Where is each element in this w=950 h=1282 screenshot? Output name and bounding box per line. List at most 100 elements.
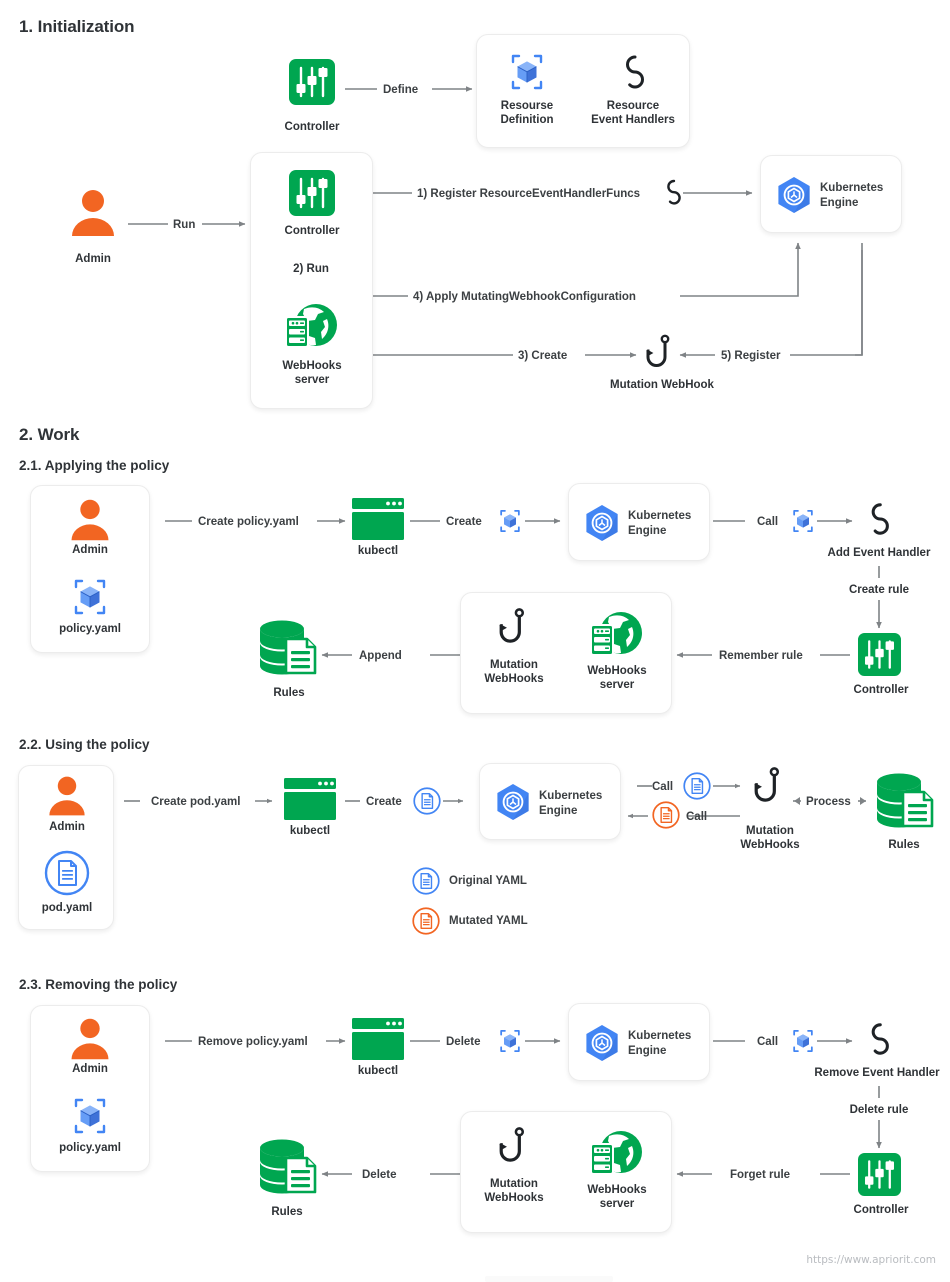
create-pod-label-s22: Create pod.yaml [151, 796, 241, 808]
admin-label-s22: Admin [49, 821, 85, 833]
run-label: Run [173, 219, 196, 231]
rules-icon-s23 [258, 1138, 320, 1196]
webhooks-server-icon-s21 [588, 611, 644, 659]
mutation-webhooks-icon-s21 [498, 608, 530, 654]
kubernetes-engine-icon-s21 [582, 503, 622, 543]
resource-event-handlers-line1: Resource [606, 100, 660, 112]
resource-definition-line2: Definition [500, 114, 554, 127]
webhooks-server-label-s21: WebHooks server [587, 664, 646, 693]
add-event-handler-label-s21: Add Event Handler [827, 547, 931, 559]
admin-label-s23: Admin [72, 1063, 108, 1075]
mutation-webhooks-line1: Mutation [490, 659, 538, 671]
step-1-register-label: 1) Register ResourceEventHandlerFuncs [417, 188, 641, 200]
delete-rule-label-s23: Delete rule [849, 1104, 909, 1116]
legend-mutated-yaml-icon [412, 907, 440, 935]
delete-label-s23: Delete [446, 1036, 481, 1048]
kubernetes-engine-icon-s23 [582, 1023, 622, 1063]
policy-cube-icon-s23 [498, 1029, 522, 1053]
original-yaml-icon-s22 [44, 850, 90, 896]
kubernetes-engine-label-s23: Kubernetes Engine [628, 1029, 691, 1059]
mutation-webhooks-icon-s23 [498, 1127, 530, 1173]
policy-yaml-icon-s23 [71, 1097, 109, 1135]
remove-event-handler-label-s23: Remove Event Handler [814, 1067, 940, 1079]
define-label: Define [383, 84, 419, 96]
original-yaml-icon-call-s22 [683, 772, 711, 800]
resource-event-handlers-label: Resource Event Handlers [591, 99, 675, 128]
controller-label-s1: Controller [284, 225, 340, 237]
rules-label-s22: Rules [888, 839, 920, 851]
kubectl-label-s23: kubectl [357, 1065, 399, 1077]
event-handler-link-icon [619, 53, 649, 93]
webhooks-server-icon-s23 [588, 1130, 644, 1178]
legend-original-yaml-icon [412, 867, 440, 895]
create-label-s21: Create [446, 516, 482, 528]
controller-label-s23: Controller [853, 1204, 909, 1216]
resource-event-handlers-line2: Event Handlers [591, 114, 675, 127]
footer-url: https://www.apriorit.com [806, 1254, 936, 1266]
mutated-yaml-icon-call-s22 [652, 801, 680, 829]
process-label-s22: Process [806, 796, 851, 808]
resource-definition-group [476, 34, 690, 148]
kubectl-icon-s23 [352, 1018, 404, 1060]
policy-yaml-label-s23: policy.yaml [59, 1142, 121, 1154]
rules-icon-s22 [875, 772, 937, 830]
kubectl-icon-s22 [284, 778, 336, 820]
remove-policy-label-s23: Remove policy.yaml [198, 1036, 308, 1048]
resource-definition-line1: Resourse [500, 100, 554, 112]
diagram-root: 1. Initialization Controller Define Reso… [0, 0, 950, 1282]
mutation-webhooks-line1: Mutation [490, 1178, 538, 1190]
legend-mutated-yaml-label: Mutated YAML [449, 915, 528, 927]
kubernetes-engine-line1: Kubernetes [628, 510, 692, 522]
policy-cube-icon-call-s21 [791, 509, 815, 533]
pod-yaml-label-s22: pod.yaml [41, 902, 93, 914]
admin-icon [68, 188, 118, 238]
section-2-title: 2. Work [19, 425, 80, 444]
section-1-title: 1. Initialization [19, 17, 135, 36]
step-5-register-label: 5) Register [721, 350, 781, 362]
webhooks-server-line1: WebHooks [282, 360, 342, 372]
legend-original-yaml-label: Original YAML [449, 875, 527, 887]
delete-rules-label-s23: Delete [362, 1169, 397, 1181]
kubectl-label-s21: kubectl [357, 545, 399, 557]
step-3-create-label: 3) Create [518, 350, 568, 362]
webhooks-server-line2: server [599, 1198, 635, 1211]
controller-icon [289, 59, 335, 105]
kubectl-icon-s21 [352, 498, 404, 540]
mutation-webhooks-line2: WebHooks [740, 839, 800, 852]
policy-yaml-icon-s21 [71, 578, 109, 616]
create-rule-label-s21: Create rule [848, 584, 910, 596]
admin-icon-s22 [46, 775, 88, 817]
mutation-webhooks-line1: Mutation [746, 825, 794, 837]
controller-icon-s21 [858, 633, 901, 676]
rules-icon-s21 [258, 619, 320, 677]
controller-icon-s1 [289, 170, 335, 216]
kubernetes-engine-line2: Engine [820, 196, 859, 209]
kubernetes-engine-line2: Engine [628, 524, 667, 537]
mutation-webhooks-line2: WebHooks [484, 1192, 544, 1205]
kubernetes-engine-line1: Kubernetes [628, 1030, 692, 1042]
section-2-1-title: 2.1. Applying the policy [19, 458, 170, 473]
webhooks-server-line1: WebHooks [587, 1184, 647, 1196]
admin-label-s1: Admin [75, 253, 111, 265]
mutation-webhook-label-s1: Mutation WebHook [610, 379, 714, 391]
section-2-3-title: 2.3. Removing the policy [19, 977, 178, 992]
webhooks-server-label-s23: WebHooks server [587, 1183, 646, 1212]
kubernetes-engine-line2: Engine [628, 1044, 667, 1057]
policy-yaml-label-s21: policy.yaml [59, 623, 121, 635]
policy-cube-icon-call-s23 [791, 1029, 815, 1053]
create-label-s22: Create [366, 796, 402, 808]
original-yaml-icon-create-s22 [413, 787, 441, 815]
kubectl-label-s22: kubectl [289, 825, 331, 837]
mutation-webhooks-label-s21: Mutation WebHooks [484, 658, 543, 687]
kubernetes-engine-label-s1: Kubernetes Engine [820, 181, 883, 211]
webhooks-server-label-s1: WebHooks server [282, 359, 341, 388]
forget-rule-label-s23: Forget rule [730, 1169, 791, 1181]
kubernetes-engine-line1: Kubernetes [539, 790, 603, 802]
mutation-webhooks-icon-s22 [753, 767, 785, 813]
controller-label-s21: Controller [853, 684, 909, 696]
mutation-webhooks-label-s23: Mutation WebHooks [484, 1177, 543, 1206]
kubernetes-engine-icon-s1 [774, 175, 814, 215]
add-event-handler-icon-s21 [866, 501, 892, 539]
controller-top-label: Controller [284, 121, 340, 133]
append-label-s21: Append [359, 650, 402, 662]
